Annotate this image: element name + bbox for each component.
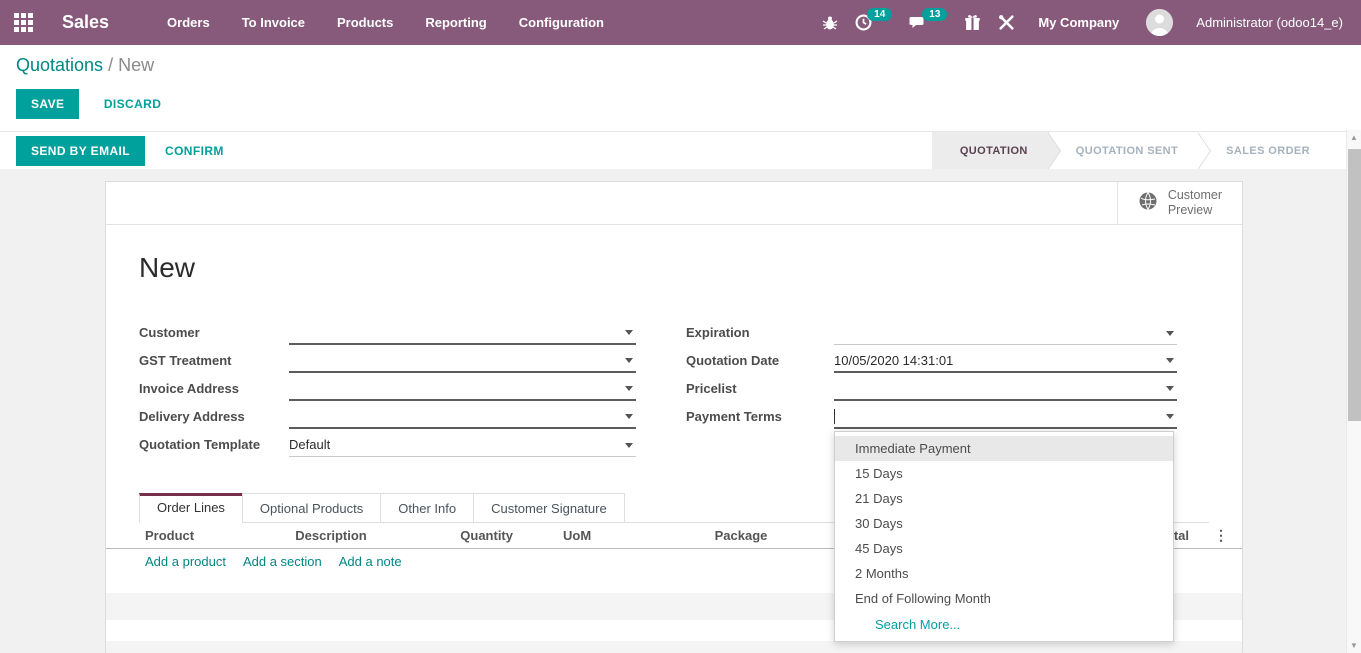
user-menu[interactable]: Administrator (odoo14_e) [1196, 15, 1343, 30]
preview-label-line1: Customer [1168, 188, 1222, 203]
menu-reporting[interactable]: Reporting [425, 15, 486, 30]
step-sales-order[interactable]: SALES ORDER [1198, 132, 1330, 170]
invoice-address-field[interactable] [289, 377, 636, 401]
apps-menu-icon[interactable] [14, 13, 33, 32]
col-product: Product [106, 528, 236, 543]
fields-left: Customer GST Treatment Invoice Address D… [139, 317, 636, 457]
vertical-scrollbar[interactable]: ▲ ▼ [1346, 130, 1361, 653]
dropdown-item-30-days[interactable]: 30 Days [835, 511, 1173, 536]
col-description: Description [236, 528, 426, 543]
menu-products[interactable]: Products [337, 15, 393, 30]
field-grid: Customer GST Treatment Invoice Address D… [139, 317, 1209, 457]
dropdown-item-2-months[interactable]: 2 Months [835, 561, 1173, 586]
label-gst-treatment: GST Treatment [139, 353, 289, 373]
chevron-down-icon [1166, 414, 1174, 419]
dropdown-item-immediate-payment[interactable]: Immediate Payment [835, 436, 1173, 461]
tab-order-lines[interactable]: Order Lines [139, 493, 243, 523]
chevron-down-icon [625, 330, 633, 335]
activities-clock-icon[interactable]: 14 [855, 14, 892, 31]
statusbar: SEND BY EMAIL CONFIRM QUOTATION QUOTATIO… [0, 131, 1346, 170]
label-delivery-address: Delivery Address [139, 409, 289, 429]
send-by-email-button[interactable]: SEND BY EMAIL [16, 136, 145, 166]
label-pricelist: Pricelist [686, 381, 834, 401]
gst-treatment-field[interactable] [289, 349, 636, 373]
step-quotation-sent[interactable]: QUOTATION SENT [1048, 132, 1198, 170]
debug-bug-icon[interactable] [822, 15, 838, 31]
tab-other-info[interactable]: Other Info [380, 493, 474, 523]
text-cursor [834, 409, 835, 424]
save-button[interactable]: SAVE [16, 89, 79, 119]
menu-orders[interactable]: Orders [167, 15, 210, 30]
chevron-down-icon [625, 443, 633, 448]
dropdown-search-more[interactable]: Search More... [835, 611, 1173, 637]
col-package: Package [641, 528, 841, 543]
preview-label-line2: Preview [1168, 203, 1222, 218]
chevron-down-icon [1166, 358, 1174, 363]
scroll-down-icon[interactable]: ▼ [1347, 641, 1361, 650]
fields-right: Expiration Quotation Date 10/05/2020 14:… [686, 317, 1177, 457]
confirm-button[interactable]: CONFIRM [165, 144, 224, 158]
customer-field[interactable] [289, 321, 636, 345]
label-quotation-template: Quotation Template [139, 437, 289, 457]
gift-icon[interactable] [964, 14, 981, 31]
breadcrumb-quotations[interactable]: Quotations [16, 55, 103, 75]
record-title: New [139, 252, 1209, 284]
sheet-button-box: Customer Preview [106, 182, 1242, 225]
add-a-note-link[interactable]: Add a note [339, 554, 402, 569]
add-a-section-link[interactable]: Add a section [243, 554, 322, 569]
dropdown-item-45-days[interactable]: 45 Days [835, 536, 1173, 561]
payment-terms-field[interactable] [834, 405, 1177, 429]
main-menu: Orders To Invoice Products Reporting Con… [167, 15, 604, 30]
customer-preview-button[interactable]: Customer Preview [1117, 182, 1242, 224]
label-quotation-date: Quotation Date [686, 353, 834, 373]
status-steps: QUOTATION QUOTATION SENT SALES ORDER [932, 132, 1330, 170]
breadcrumb: Quotations / New [16, 55, 1345, 76]
label-invoice-address: Invoice Address [139, 381, 289, 401]
dropdown-item-end-of-following-month[interactable]: End of Following Month [835, 586, 1173, 611]
user-avatar[interactable] [1146, 9, 1173, 36]
label-customer: Customer [139, 325, 289, 345]
tools-icon[interactable] [998, 14, 1015, 31]
chevron-down-icon [625, 386, 633, 391]
col-quantity: Quantity [426, 528, 521, 543]
quotation-date-field[interactable]: 10/05/2020 14:31:01 [834, 349, 1177, 373]
chevron-down-icon [625, 414, 633, 419]
label-payment-terms: Payment Terms [686, 409, 834, 429]
company-switcher[interactable]: My Company [1038, 15, 1119, 30]
tab-optional-products[interactable]: Optional Products [242, 493, 381, 523]
scrollbar-thumb[interactable] [1348, 149, 1361, 421]
chevron-down-icon [1166, 331, 1174, 336]
col-uom: UoM [521, 528, 641, 543]
chevron-down-icon [625, 358, 633, 363]
expiration-field[interactable] [834, 321, 1177, 345]
step-quotation[interactable]: QUOTATION [932, 132, 1048, 170]
pricelist-field[interactable] [834, 377, 1177, 401]
scroll-up-icon[interactable]: ▲ [1347, 133, 1361, 142]
breadcrumb-current: New [118, 55, 154, 75]
main-content: Customer Preview New Customer GST Treatm… [0, 169, 1346, 653]
messages-chat-icon[interactable]: 13 [909, 15, 947, 31]
control-panel: Quotations / New SAVE DISCARD [0, 45, 1361, 131]
message-count-badge: 13 [922, 8, 947, 21]
chevron-down-icon [1166, 386, 1174, 391]
empty-row [106, 641, 1242, 653]
form-sheet: Customer Preview New Customer GST Treatm… [105, 181, 1243, 653]
menu-configuration[interactable]: Configuration [519, 15, 604, 30]
tab-customer-signature[interactable]: Customer Signature [473, 493, 625, 523]
optional-columns-icon[interactable]: ⋮ [1189, 527, 1242, 544]
app-name[interactable]: Sales [62, 12, 109, 33]
quotation-template-field[interactable]: Default [289, 433, 636, 457]
globe-icon [1138, 191, 1158, 215]
top-navbar: Sales Orders To Invoice Products Reporti… [0, 0, 1361, 45]
dropdown-item-21-days[interactable]: 21 Days [835, 486, 1173, 511]
label-expiration: Expiration [686, 325, 834, 345]
dropdown-item-15-days[interactable]: 15 Days [835, 461, 1173, 486]
menu-to-invoice[interactable]: To Invoice [242, 15, 305, 30]
payment-terms-dropdown: Immediate Payment 15 Days 21 Days 30 Day… [834, 431, 1174, 642]
add-a-product-link[interactable]: Add a product [145, 554, 226, 569]
activity-count-badge: 14 [867, 8, 892, 21]
delivery-address-field[interactable] [289, 405, 636, 429]
discard-button[interactable]: DISCARD [104, 97, 161, 111]
